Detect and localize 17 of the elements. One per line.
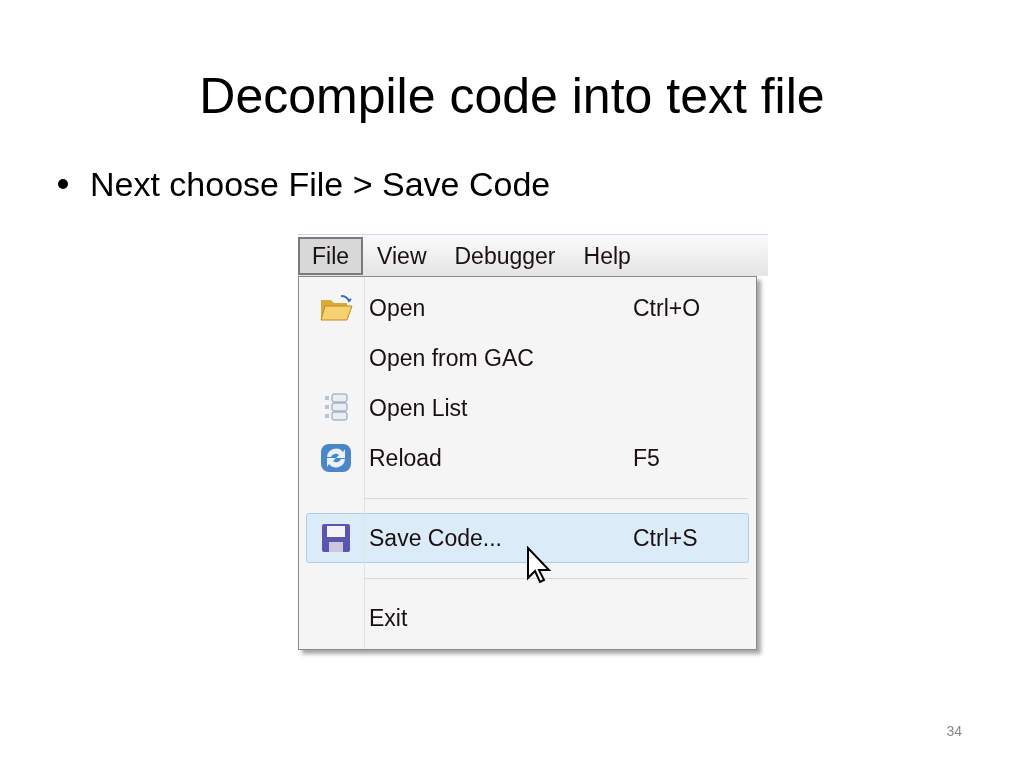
menu-bar-item[interactable]: Debugger bbox=[440, 236, 570, 275]
menu-item[interactable]: Open List bbox=[306, 383, 749, 433]
menu-item[interactable]: Open from GAC bbox=[306, 333, 749, 383]
menu-bar-item[interactable]: Help bbox=[569, 236, 645, 275]
menu-item[interactable]: Open Ctrl+O bbox=[306, 283, 749, 333]
list-icon bbox=[323, 392, 349, 424]
page-number: 34 bbox=[946, 722, 962, 741]
reload-icon bbox=[320, 443, 352, 473]
menu-item[interactable]: Reload F5 bbox=[306, 433, 749, 483]
menu-bar-item[interactable]: View bbox=[363, 236, 441, 275]
folder-icon bbox=[319, 294, 353, 322]
menu-item[interactable]: Save Code... Ctrl+S bbox=[306, 513, 749, 563]
mouse-pointer-icon bbox=[526, 546, 552, 584]
menu-bar-item[interactable]: File bbox=[298, 236, 364, 275]
bullet-text: Next choose File > Save Code bbox=[90, 164, 551, 204]
slide-title: Decompile code into text file bbox=[198, 67, 826, 126]
menu-item[interactable]: Exit bbox=[306, 593, 749, 643]
